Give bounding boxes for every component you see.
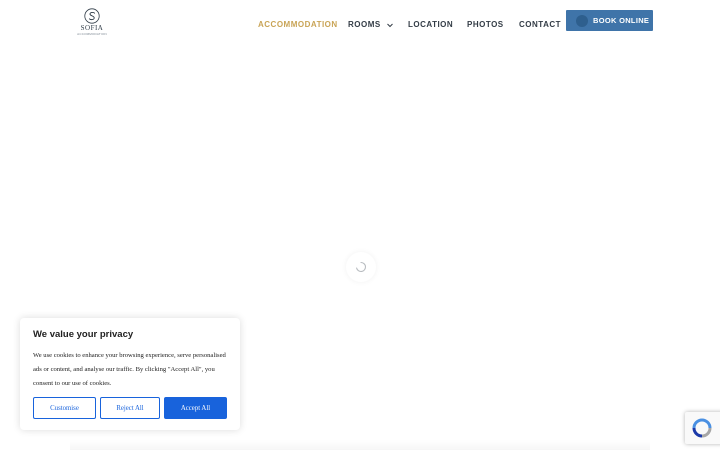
nav-item-photos[interactable]: PHOTOS [467, 17, 504, 33]
customise-button[interactable]: Customise [33, 397, 96, 419]
cookie-title: We value your privacy [33, 329, 134, 340]
chevron-down-icon [386, 23, 393, 28]
nav-item-rooms-label: ROOMS [348, 20, 381, 29]
logo-s-icon [84, 8, 100, 24]
cookie-consent-banner: We value your privacy We use cookies to … [20, 318, 240, 430]
recaptcha-icon [692, 418, 712, 438]
brand-name: SOFIA [80, 24, 104, 32]
site-header: SOFIA ACCOMMODATION ACCOMMODATION ROOMS … [0, 0, 720, 48]
cookie-description: We use cookies to enhance your browsing … [33, 352, 226, 387]
recaptcha-badge[interactable] [685, 412, 720, 444]
calendar-icon [576, 14, 588, 27]
page-loader [346, 252, 376, 282]
nav-item-rooms[interactable]: ROOMS [348, 17, 394, 33]
nav-item-accommodation[interactable]: ACCOMMODATION [258, 17, 338, 33]
nav-item-contact[interactable]: CONTACT [519, 17, 561, 33]
brand-logo[interactable]: SOFIA ACCOMMODATION [77, 8, 107, 38]
book-online-button[interactable]: BOOK ONLINE [566, 10, 653, 31]
spinner-icon [356, 261, 367, 273]
brand-subtitle: ACCOMMODATION [77, 32, 107, 36]
accept-all-button[interactable]: Accept All [164, 397, 227, 419]
reject-all-button[interactable]: Reject All [100, 397, 160, 419]
footer-edge [70, 440, 650, 450]
nav-item-location[interactable]: LOCATION [408, 17, 453, 33]
book-online-label: BOOK ONLINE [593, 16, 650, 25]
